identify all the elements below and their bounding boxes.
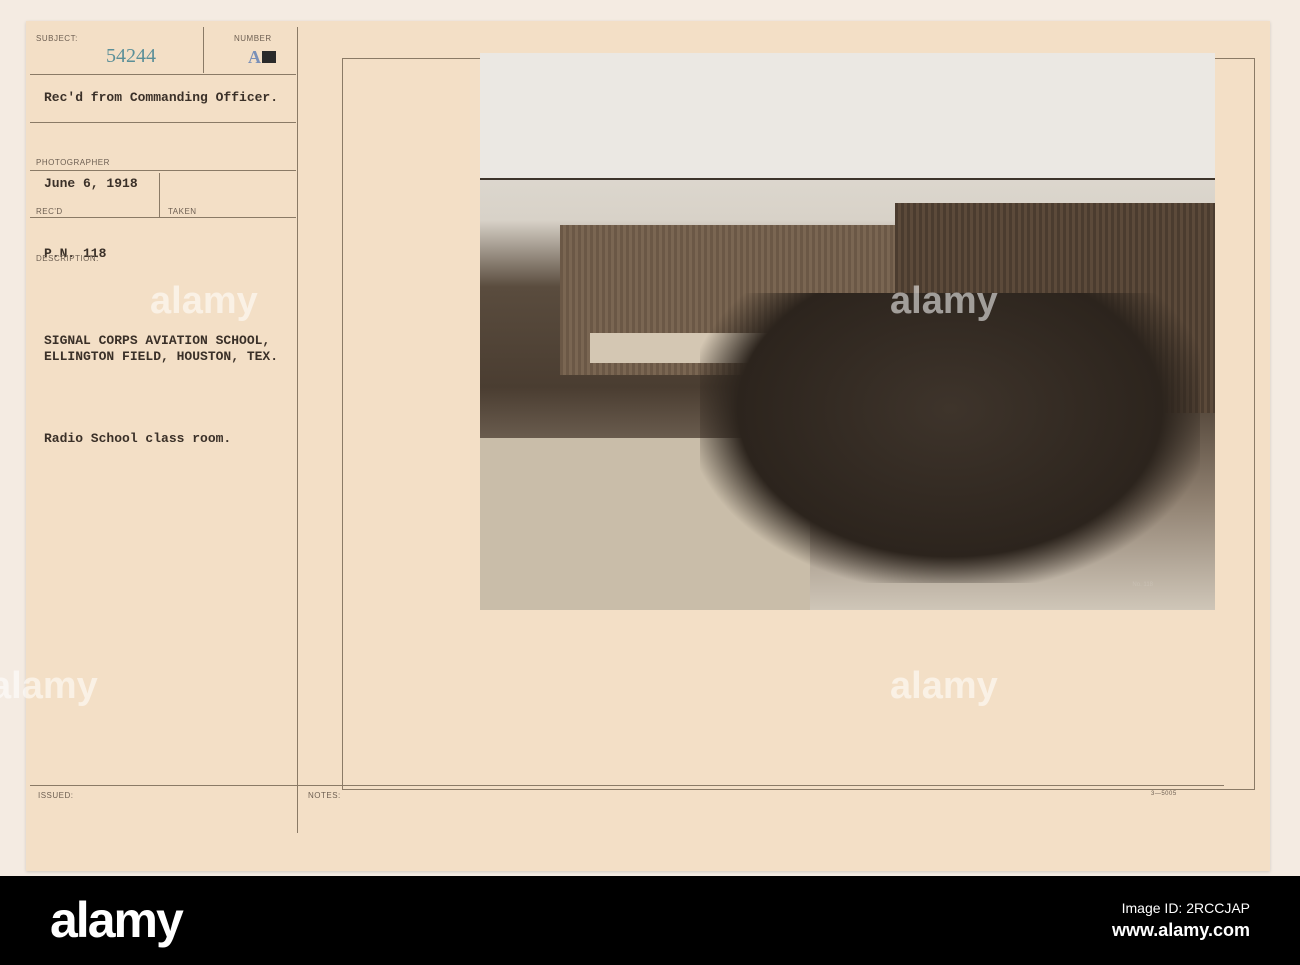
subject-number: 54244 bbox=[106, 45, 156, 67]
image-id: Image ID: 2RCCJAP bbox=[1121, 900, 1250, 916]
number-value: A bbox=[248, 47, 261, 67]
caption: Radio School class room. bbox=[44, 431, 232, 446]
taken-label: TAKEN bbox=[168, 207, 197, 216]
site-url[interactable]: www.alamy.com bbox=[1112, 920, 1250, 941]
issued-label: ISSUED: bbox=[38, 791, 74, 800]
form-code: 3—5005 bbox=[1151, 791, 1177, 797]
date: June 6, 1918 bbox=[44, 176, 138, 191]
recd-label: REC'D bbox=[36, 207, 63, 216]
divider bbox=[30, 74, 296, 75]
watermark: alamy bbox=[890, 280, 998, 322]
number-label: NUMBER bbox=[234, 34, 272, 43]
divider bbox=[30, 122, 296, 123]
description-label: DESCRIPTION: bbox=[36, 254, 99, 263]
footer-bar: alamy Image ID: 2RCCJAP www.alamy.com bbox=[0, 876, 1300, 965]
watermark: alamy bbox=[890, 665, 998, 707]
watermark: alamy bbox=[150, 280, 258, 322]
divider bbox=[30, 170, 296, 171]
negative-number: No. 118 bbox=[1132, 582, 1153, 588]
divider bbox=[297, 27, 298, 833]
description-line-2: ELLINGTON FIELD, HOUSTON, TEX. bbox=[44, 349, 279, 364]
alamy-logo: alamy bbox=[50, 892, 184, 948]
photographer-label: PHOTOGRAPHER bbox=[36, 158, 110, 167]
divider bbox=[203, 27, 204, 73]
watermark: alamy bbox=[0, 665, 98, 707]
redaction-mark bbox=[262, 51, 276, 63]
received-from: Rec'd from Commanding Officer. bbox=[44, 90, 279, 105]
classroom-photograph: No. 118 bbox=[480, 53, 1215, 610]
divider bbox=[30, 217, 296, 218]
subject-label: SUBJECT: bbox=[36, 34, 78, 43]
description-line-1: SIGNAL CORPS AVIATION SCHOOL, bbox=[44, 333, 271, 348]
notes-label: NOTES: bbox=[308, 791, 341, 800]
divider bbox=[159, 173, 160, 217]
